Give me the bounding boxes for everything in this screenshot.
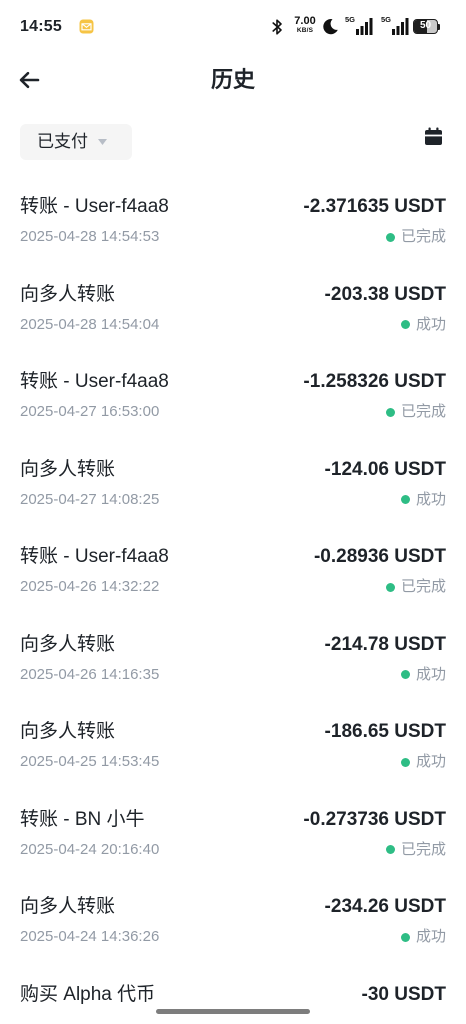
cell-signal-icon: 5G <box>381 16 411 36</box>
network-speed-unit: KB/S <box>296 27 314 34</box>
transaction-status-label: 成功 <box>415 928 446 945</box>
status-filter-label: 已支付 <box>37 132 88 151</box>
transaction-amount: -186.65 USDT <box>324 721 446 742</box>
status-dot <box>400 320 410 329</box>
transaction-status-label: 已完成 <box>400 840 446 858</box>
transaction-title: 向多人转账 <box>20 721 116 742</box>
battery-level: 50 <box>419 20 432 31</box>
transaction-title: 向多人转账 <box>20 896 116 917</box>
transaction-status: 成功 <box>400 752 446 772</box>
caret-down-icon <box>98 139 107 145</box>
mail-notification-icon <box>79 19 94 34</box>
network-speed: 7.00 KB/S <box>290 16 320 35</box>
transaction-status: 已完成 <box>385 227 446 247</box>
status-dot <box>400 670 410 679</box>
transaction-amount: -0.28936 USDT <box>313 546 446 567</box>
transaction-row[interactable]: 向多人转账 2025-04-27 14:08:25 -124.06 USDT 成… <box>0 448 466 536</box>
transaction-title: 向多人转账 <box>20 458 116 480</box>
transaction-title: 转账 - BN 小牛 <box>20 808 145 830</box>
transaction-title: 购买 Alpha 代币 <box>20 983 156 1005</box>
transaction-amount: -30 USDT <box>361 983 446 1005</box>
transaction-time: 2025-04-27 14:08:25 <box>20 490 160 508</box>
transaction-status-label: 成功 <box>415 753 446 770</box>
transaction-status-label: 已完成 <box>400 578 446 595</box>
network-speed-value: 7.00 <box>294 15 316 27</box>
home-indicator <box>156 1009 310 1014</box>
moon-icon <box>323 19 338 35</box>
transaction-title: 向多人转账 <box>20 283 116 305</box>
transaction-status-label: 成功 <box>415 490 446 508</box>
transaction-amount: -234.26 USDT <box>324 896 446 917</box>
transaction-status: 成功 <box>400 665 446 685</box>
transaction-time: 2025-04-24 20:16:40 <box>20 840 160 858</box>
battery-icon: 50 <box>413 19 438 34</box>
transaction-amount: -214.78 USDT <box>324 633 446 655</box>
page-title: 历史 <box>210 67 255 92</box>
transaction-status-label: 成功 <box>415 665 446 683</box>
transaction-amount: -124.06 USDT <box>324 458 446 480</box>
transaction-amount: -2.371635 USDT <box>303 196 446 217</box>
transaction-title: 转账 - User-f4aa8 <box>20 371 169 392</box>
transaction-row[interactable]: 向多人转账 2025-04-28 14:54:04 -203.38 USDT 成… <box>0 273 466 361</box>
status-dot <box>400 932 410 942</box>
calendar-icon[interactable] <box>424 127 443 146</box>
transaction-row[interactable]: 向多人转账 2025-04-24 14:36:26 -234.26 USDT 成… <box>0 885 466 973</box>
transaction-row[interactable]: 购买 Alpha 代币 -30 USDT <box>0 973 466 1024</box>
transaction-title: 转账 - User-f4aa8 <box>20 546 169 567</box>
battery-nub <box>438 23 440 30</box>
transaction-list[interactable]: 转账 - User-f4aa8 2025-04-28 14:54:53 -2.3… <box>0 185 466 1024</box>
status-dot <box>385 845 395 854</box>
transaction-row[interactable]: 向多人转账 2025-04-26 14:16:35 -214.78 USDT 成… <box>0 623 466 711</box>
transaction-amount: -0.273736 USDT <box>303 808 446 830</box>
transaction-status: 成功 <box>400 490 446 510</box>
transaction-row[interactable]: 转账 - BN 小牛 2025-04-24 20:16:40 -0.273736… <box>0 798 466 886</box>
transaction-status: 已完成 <box>385 577 446 597</box>
status-dot <box>400 495 410 504</box>
transaction-row[interactable]: 向多人转账 2025-04-25 14:53:45 -186.65 USDT 成… <box>0 710 466 798</box>
transaction-status: 成功 <box>400 315 446 335</box>
status-dot <box>400 757 410 767</box>
transaction-row[interactable]: 转账 - User-f4aa8 2025-04-27 16:53:00 -1.2… <box>0 360 466 448</box>
transaction-time: 2025-04-26 14:32:22 <box>20 578 160 595</box>
transaction-title: 转账 - User-f4aa8 <box>20 196 169 217</box>
status-dot <box>385 582 395 592</box>
cell-signal-icon: 5G <box>345 16 375 36</box>
transaction-amount: -1.258326 USDT <box>303 371 446 392</box>
transaction-time: 2025-04-28 14:54:53 <box>20 228 160 245</box>
transaction-row[interactable]: 转账 - User-f4aa8 2025-04-28 14:54:53 -2.3… <box>0 185 466 273</box>
status-dot <box>385 232 395 242</box>
transaction-status-label: 已完成 <box>400 403 446 420</box>
transaction-time: 2025-04-24 14:36:26 <box>20 928 160 945</box>
transaction-amount: -203.38 USDT <box>324 283 446 305</box>
transaction-time: 2025-04-26 14:16:35 <box>20 665 160 683</box>
transaction-status-label: 成功 <box>415 315 446 333</box>
transaction-status: 已完成 <box>385 840 446 860</box>
transaction-time: 2025-04-25 14:53:45 <box>20 753 160 770</box>
status-dot <box>385 407 395 417</box>
status-time: 14:55 <box>20 18 62 35</box>
bluetooth-icon <box>272 19 282 35</box>
status-filter-dropdown[interactable]: 已支付 <box>20 124 132 160</box>
transaction-status: 成功 <box>400 927 446 947</box>
transaction-time: 2025-04-28 14:54:04 <box>20 315 160 333</box>
transaction-title: 向多人转账 <box>20 633 116 655</box>
transaction-row[interactable]: 转账 - User-f4aa8 2025-04-26 14:32:22 -0.2… <box>0 535 466 623</box>
transaction-status-label: 已完成 <box>400 228 446 245</box>
transaction-time: 2025-04-27 16:53:00 <box>20 403 160 420</box>
transaction-status: 已完成 <box>385 402 446 422</box>
